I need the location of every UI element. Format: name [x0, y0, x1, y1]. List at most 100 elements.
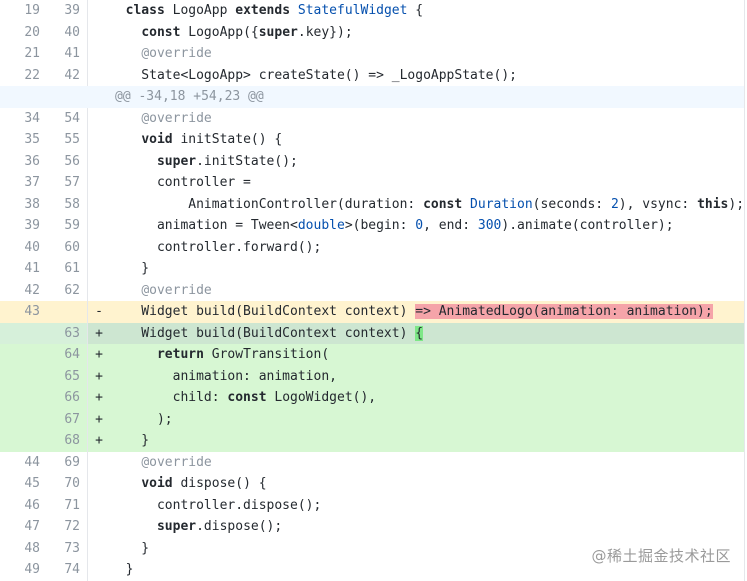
old-line-number: 37 [24, 175, 40, 190]
new-line-number [45, 86, 88, 108]
diff-line: 47 72 super.dispose(); [0, 516, 744, 538]
old-line-number [0, 430, 45, 452]
diff-sign: + [95, 325, 103, 341]
new-line-number: 55 [45, 129, 88, 151]
diff-line: 36 56 super.initState(); [0, 150, 744, 173]
diff-sign: + [95, 347, 103, 362]
new-line-number: 62 [45, 279, 88, 301]
diff-line: 65 + animation: animation, [0, 365, 744, 387]
hunk-header: @@ -34,18 +54,23 @@ [0, 86, 744, 108]
old-line-number: 35 [24, 132, 40, 147]
added-fragment: { [415, 325, 424, 341]
code-text: class LogoApp extends StatefulWidget { [125, 3, 424, 18]
old-line-number: 41 [24, 261, 40, 276]
old-line-number [0, 387, 45, 409]
code-text: State<LogoApp> createState() => _LogoApp… [110, 67, 517, 83]
diff-line: 44 69 @override [0, 451, 744, 474]
code-text: void initState() { [141, 132, 283, 147]
code-text: @@ -34,18 +54,23 @@ [115, 89, 264, 104]
new-line-number: 69 [45, 451, 88, 473]
diff-sign [88, 559, 110, 581]
diff-line: 46 71 controller.dispose(); [0, 494, 744, 517]
diff-line: 67 + ); [0, 408, 744, 430]
diff-line: 34 54 @override [0, 107, 744, 130]
code-text: @override [141, 282, 212, 298]
diff-sign [88, 237, 110, 259]
old-line-number [0, 86, 45, 108]
diff-sign [88, 258, 110, 280]
code-text: } [110, 433, 150, 448]
diff-sign [88, 151, 110, 173]
diff-line: 19 39 class LogoApp extends StatefulWidge… [0, 0, 744, 22]
code-text: controller.forward(); [110, 239, 322, 255]
diff-line: 45 70 void dispose() { [0, 473, 744, 495]
diff-sign: - [95, 304, 103, 319]
diff-line: 35 55 void initState() { [0, 129, 744, 151]
new-line-number: 57 [45, 172, 88, 194]
new-line-number: 70 [45, 473, 88, 495]
old-line-number: 48 [24, 540, 40, 556]
old-line-number: 36 [24, 153, 40, 169]
code-text: controller = [110, 175, 251, 190]
diff-sign [88, 280, 110, 302]
code-diff-view: 19 39 class LogoApp extends StatefulWidge… [0, 0, 745, 581]
diff-line: 42 62 @override [0, 279, 744, 302]
old-line-number: 20 [24, 24, 40, 40]
new-line-number: 40 [45, 21, 88, 43]
new-line-number: 68 [45, 430, 88, 452]
old-line-number [0, 322, 45, 344]
new-line-number: 61 [45, 258, 88, 280]
old-line-number [0, 365, 45, 387]
code-text: super.initState(); [156, 153, 298, 169]
diff-sign [88, 215, 110, 237]
diff-sign [88, 108, 110, 130]
old-line-number: 46 [24, 497, 40, 513]
diff-sign [88, 516, 110, 538]
new-line-number: 56 [45, 150, 88, 172]
diff-sign [88, 22, 110, 44]
new-line-number: 71 [45, 494, 88, 516]
new-line-number: 66 [45, 387, 88, 409]
code-text: child: const LogoWidget(), [110, 390, 377, 405]
code-text: animation = Tween<double>(begin: 0, end:… [110, 218, 674, 233]
new-line-number: 73 [45, 537, 88, 559]
diff-line: 37 57 controller = [0, 172, 744, 194]
new-line-number: 39 [45, 0, 88, 22]
diff-line: 21 41 @override [0, 43, 744, 65]
diff-line: 38 58 AnimationController(duration: const… [0, 193, 745, 215]
diff-line: 68 + } [0, 430, 744, 452]
diff-sign [88, 0, 110, 22]
new-line-number: 65 [45, 365, 88, 387]
diff-sign [88, 452, 110, 474]
code-text: return GrowTransition( [156, 347, 330, 362]
diff-sign [88, 129, 110, 151]
code-text: @override [141, 46, 212, 61]
code-text: controller.dispose(); [110, 497, 322, 513]
new-line-number: 72 [45, 516, 88, 538]
old-line-number: 40 [24, 239, 40, 255]
new-line-number: 59 [45, 215, 88, 237]
diff-line: 41 61 } [0, 258, 744, 280]
diff-line: 43 - Widget build(BuildContext context) =… [0, 301, 744, 323]
diff-sign [88, 473, 110, 495]
new-line-number: 63 [45, 322, 88, 344]
old-line-number: 39 [24, 218, 40, 233]
diff-sign [88, 495, 110, 517]
diff-line: 40 60 controller.forward(); [0, 236, 744, 259]
new-line-number: 58 [45, 193, 88, 215]
diff-sign [88, 538, 110, 560]
old-line-number: 49 [24, 562, 40, 577]
new-line-number: 42 [45, 64, 88, 86]
code-text: } [110, 261, 150, 276]
new-line-number: 64 [45, 344, 88, 366]
old-line-number: 19 [24, 3, 40, 18]
code-text: void dispose() { [141, 476, 267, 491]
old-line-number: 43 [0, 301, 45, 323]
watermark: @稀土掘金技术社区 [591, 547, 731, 565]
diff-sign [88, 172, 110, 194]
diff-sign [88, 43, 110, 65]
diff-line: 63 + Widget build(BuildContext context) { [0, 322, 744, 344]
old-line-number: 42 [24, 282, 40, 298]
code-text: AnimationController(duration: const Dura… [110, 196, 745, 212]
diff-line: 22 42 State<LogoApp> createState() => _Lo… [0, 64, 744, 86]
